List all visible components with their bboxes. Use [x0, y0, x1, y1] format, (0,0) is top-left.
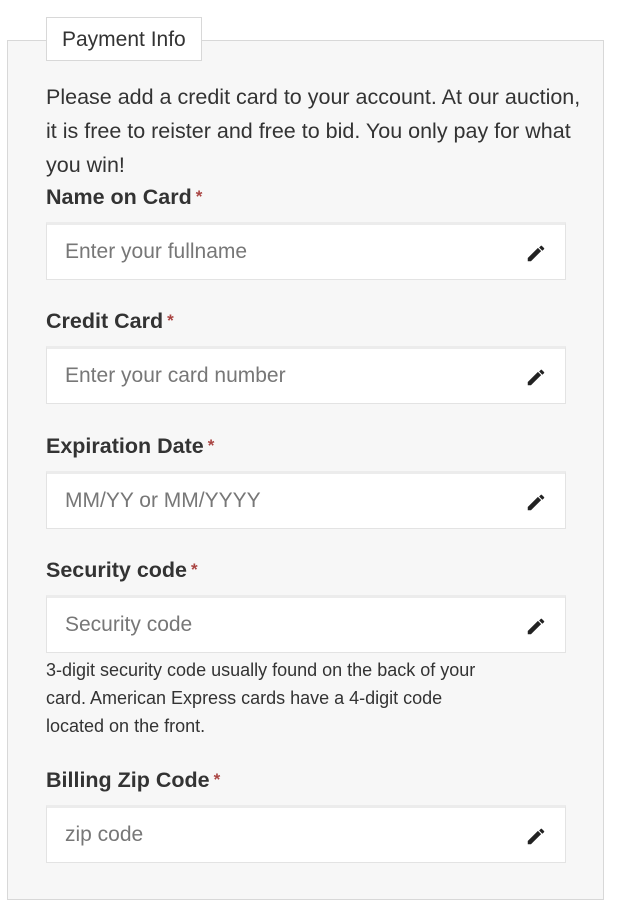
pencil-icon [527, 618, 545, 635]
pencil-icon [527, 494, 545, 511]
expiration-date-input[interactable]: MM/YY or MM/YYYY [46, 471, 566, 529]
name-on-card-label-text: Name on Card [46, 185, 192, 209]
billing-zip-code-label-text: Billing Zip Code [46, 768, 210, 792]
required-marker: * [191, 560, 198, 579]
intro-text: Please add a credit card to your account… [46, 85, 581, 177]
credit-card-label: Credit Card * [46, 307, 174, 335]
security-code-label: Security code * [46, 556, 198, 584]
name-on-card-label: Name on Card * [46, 183, 202, 211]
credit-card-placeholder: Enter your card number [65, 364, 286, 387]
name-on-card-placeholder: Enter your fullname [65, 240, 248, 263]
payment-info-legend: Payment Info [46, 17, 202, 61]
required-marker: * [195, 187, 203, 206]
pencil-icon [527, 828, 545, 845]
security-code-label-text: Security code [46, 558, 187, 582]
pencil-icon [527, 245, 545, 262]
billing-zip-code-input[interactable]: zip code [46, 805, 566, 863]
pencil-icon [527, 369, 545, 386]
billing-zip-code-label: Billing Zip Code * [46, 766, 220, 794]
billing-zip-code-placeholder: zip code [65, 823, 144, 846]
required-marker: * [167, 311, 174, 330]
security-code-placeholder: Security code [65, 613, 193, 636]
expiration-date-label: Expiration Date * [46, 432, 214, 460]
security-code-help-text: 3-digit security code usually found on t… [46, 660, 476, 736]
required-marker: * [207, 436, 215, 455]
name-on-card-input[interactable]: Enter your fullname [46, 222, 566, 280]
expiration-date-label-text: Expiration Date [46, 434, 204, 458]
credit-card-input[interactable]: Enter your card number [46, 346, 566, 404]
credit-card-label-text: Credit Card [46, 309, 164, 333]
security-code-input[interactable]: Security code [46, 595, 566, 653]
required-marker: * [213, 770, 221, 789]
expiration-date-placeholder: MM/YY or MM/YYYY [65, 489, 261, 512]
